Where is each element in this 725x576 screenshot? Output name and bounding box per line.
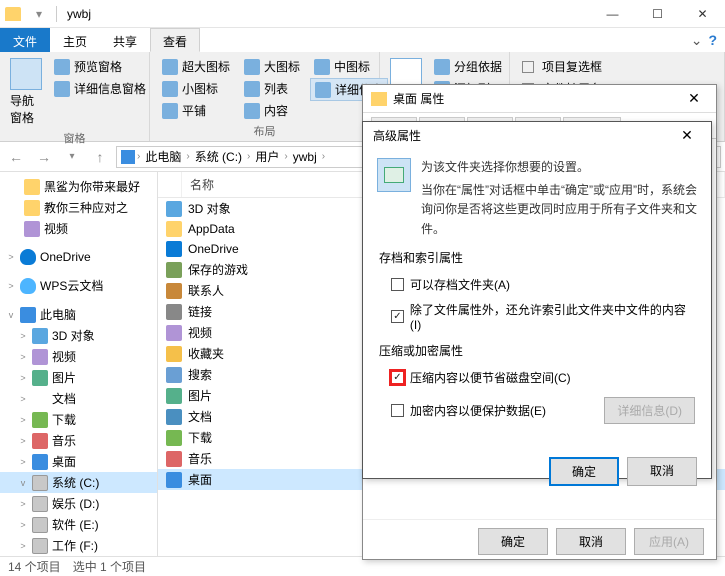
index-checkbox[interactable]: 除了文件属性外，还允许索引此文件夹中文件的内容(I) bbox=[391, 301, 695, 332]
groupby-button[interactable]: 分组依据 bbox=[430, 56, 506, 77]
nav-pane-button[interactable]: 导航窗格 bbox=[8, 56, 44, 128]
show-checkboxes[interactable]: 项目复选框 bbox=[518, 56, 606, 77]
pc-icon bbox=[121, 150, 135, 164]
props-cancel-button[interactable]: 取消 bbox=[556, 528, 626, 555]
compress-checkbox-highlight bbox=[391, 371, 404, 384]
ribbon-help[interactable]: ⌄? bbox=[691, 28, 725, 52]
view-md[interactable]: 中图标 bbox=[310, 56, 388, 77]
props-ok-button[interactable]: 确定 bbox=[478, 528, 548, 555]
folder-icon bbox=[4, 5, 22, 23]
view-content[interactable]: 内容 bbox=[240, 100, 304, 121]
tab-file[interactable]: 文件 bbox=[0, 28, 50, 52]
crumb-leaf[interactable]: ywbj bbox=[290, 150, 320, 164]
props-apply-button[interactable]: 应用(A) bbox=[634, 528, 704, 555]
props-close-button[interactable]: ✕ bbox=[680, 90, 708, 107]
nav-item[interactable]: 视频 bbox=[0, 218, 157, 239]
maximize-button[interactable]: ☐ bbox=[635, 0, 680, 28]
nav-tree[interactable]: 黑鲨为你带来最好教你三种应对之视频 >OneDrive >WPS云文档 v此电脑>3D… bbox=[0, 172, 158, 556]
adv-intro2: 当你在“属性”对话框中单击“确定”或“应用”时，系统会询问你是否将这些更改同时应… bbox=[421, 181, 697, 239]
back-button[interactable]: ← bbox=[4, 145, 28, 169]
status-count: 14 个项目 bbox=[8, 558, 61, 575]
folder-settings-icon bbox=[377, 158, 411, 192]
encrypt-checkbox[interactable]: 加密内容以便保护数据(E) bbox=[391, 402, 546, 419]
crumb-c[interactable]: 系统 (C:) bbox=[192, 148, 245, 165]
view-sm[interactable]: 小图标 bbox=[158, 78, 234, 99]
nav-item[interactable]: >桌面 bbox=[0, 451, 157, 472]
tab-share[interactable]: 共享 bbox=[100, 28, 150, 52]
adv-ok-button[interactable]: 确定 bbox=[549, 457, 619, 486]
tab-home[interactable]: 主页 bbox=[50, 28, 100, 52]
advanced-dialog: 高级属性 ✕ 为该文件夹选择你想要的设置。 当你在“属性”对话框中单击“确定”或… bbox=[362, 121, 712, 479]
nav-item[interactable]: >下载 bbox=[0, 409, 157, 430]
nav-item[interactable]: >软件 (E:) bbox=[0, 514, 157, 535]
compress-checkbox[interactable]: 压缩内容以便节省磁盘空间(C) bbox=[391, 369, 695, 386]
view-list[interactable]: 列表 bbox=[240, 78, 304, 99]
preview-pane-button[interactable]: 预览窗格 bbox=[50, 56, 150, 77]
props-title: 桌面 属性 bbox=[393, 90, 680, 107]
nav-item[interactable]: >图片 bbox=[0, 367, 157, 388]
ribbon-collapse-icon[interactable]: ⌄ bbox=[691, 32, 703, 49]
nav-item[interactable]: >视频 bbox=[0, 346, 157, 367]
close-button[interactable]: ✕ bbox=[680, 0, 725, 28]
window-title: ywbj bbox=[67, 7, 590, 21]
view-lg[interactable]: 大图标 bbox=[240, 56, 304, 77]
nav-item[interactable]: 教你三种应对之 bbox=[0, 197, 157, 218]
adv-group2-title: 压缩或加密属性 bbox=[379, 342, 695, 359]
crumb-users[interactable]: 用户 bbox=[252, 148, 282, 165]
props-titlebar[interactable]: 桌面 属性 ✕ bbox=[363, 85, 716, 113]
nav-pane-label: 导航窗格 bbox=[10, 92, 42, 126]
archive-checkbox[interactable]: 可以存档文件夹(A) bbox=[391, 276, 695, 293]
up-button[interactable]: ↑ bbox=[88, 145, 112, 169]
qat-icon[interactable]: ▾ bbox=[30, 5, 48, 23]
adv-title: 高级属性 bbox=[373, 127, 673, 144]
adv-intro1: 为该文件夹选择你想要的设置。 bbox=[421, 158, 697, 177]
adv-close-button[interactable]: ✕ bbox=[673, 127, 701, 144]
adv-cancel-button[interactable]: 取消 bbox=[627, 457, 697, 486]
nav-item[interactable]: 黑鲨为你带来最好 bbox=[0, 176, 157, 197]
adv-titlebar[interactable]: 高级属性 ✕ bbox=[363, 122, 711, 148]
view-xl[interactable]: 超大图标 bbox=[158, 56, 234, 77]
nav-item[interactable]: >音乐 bbox=[0, 430, 157, 451]
nav-item[interactable]: >WPS云文档 bbox=[0, 275, 157, 296]
adv-group1-title: 存档和索引属性 bbox=[379, 249, 695, 266]
nav-item[interactable]: >娱乐 (D:) bbox=[0, 493, 157, 514]
titlebar: ▾ ywbj — ☐ ✕ bbox=[0, 0, 725, 28]
nav-item[interactable]: >OneDrive bbox=[0, 247, 157, 267]
ribbon-tabs: 文件 主页 共享 查看 ⌄? bbox=[0, 28, 725, 52]
nav-item[interactable]: >工作 (F:) bbox=[0, 535, 157, 556]
nav-item[interactable]: >文档 bbox=[0, 388, 157, 409]
group-label-layout: 布局 bbox=[158, 121, 371, 139]
nav-item[interactable]: >3D 对象 bbox=[0, 325, 157, 346]
help-icon[interactable]: ? bbox=[708, 32, 717, 48]
recent-button[interactable]: ▾ bbox=[60, 145, 84, 169]
group-label-panes: 窗格 bbox=[8, 128, 141, 146]
status-selected: 选中 1 个项目 bbox=[73, 558, 146, 575]
nav-item[interactable]: v系统 (C:) bbox=[0, 472, 157, 493]
nav-item[interactable]: v此电脑 bbox=[0, 304, 157, 325]
tab-view[interactable]: 查看 bbox=[150, 28, 200, 52]
crumb-pc[interactable]: 此电脑 bbox=[142, 148, 184, 165]
forward-button[interactable]: → bbox=[32, 145, 56, 169]
adv-details-button[interactable]: 详细信息(D) bbox=[604, 397, 695, 424]
folder-icon bbox=[371, 92, 387, 106]
minimize-button[interactable]: — bbox=[590, 0, 635, 28]
details-pane-button[interactable]: 详细信息窗格 bbox=[50, 78, 150, 99]
view-tiles[interactable]: 平铺 bbox=[158, 100, 234, 121]
